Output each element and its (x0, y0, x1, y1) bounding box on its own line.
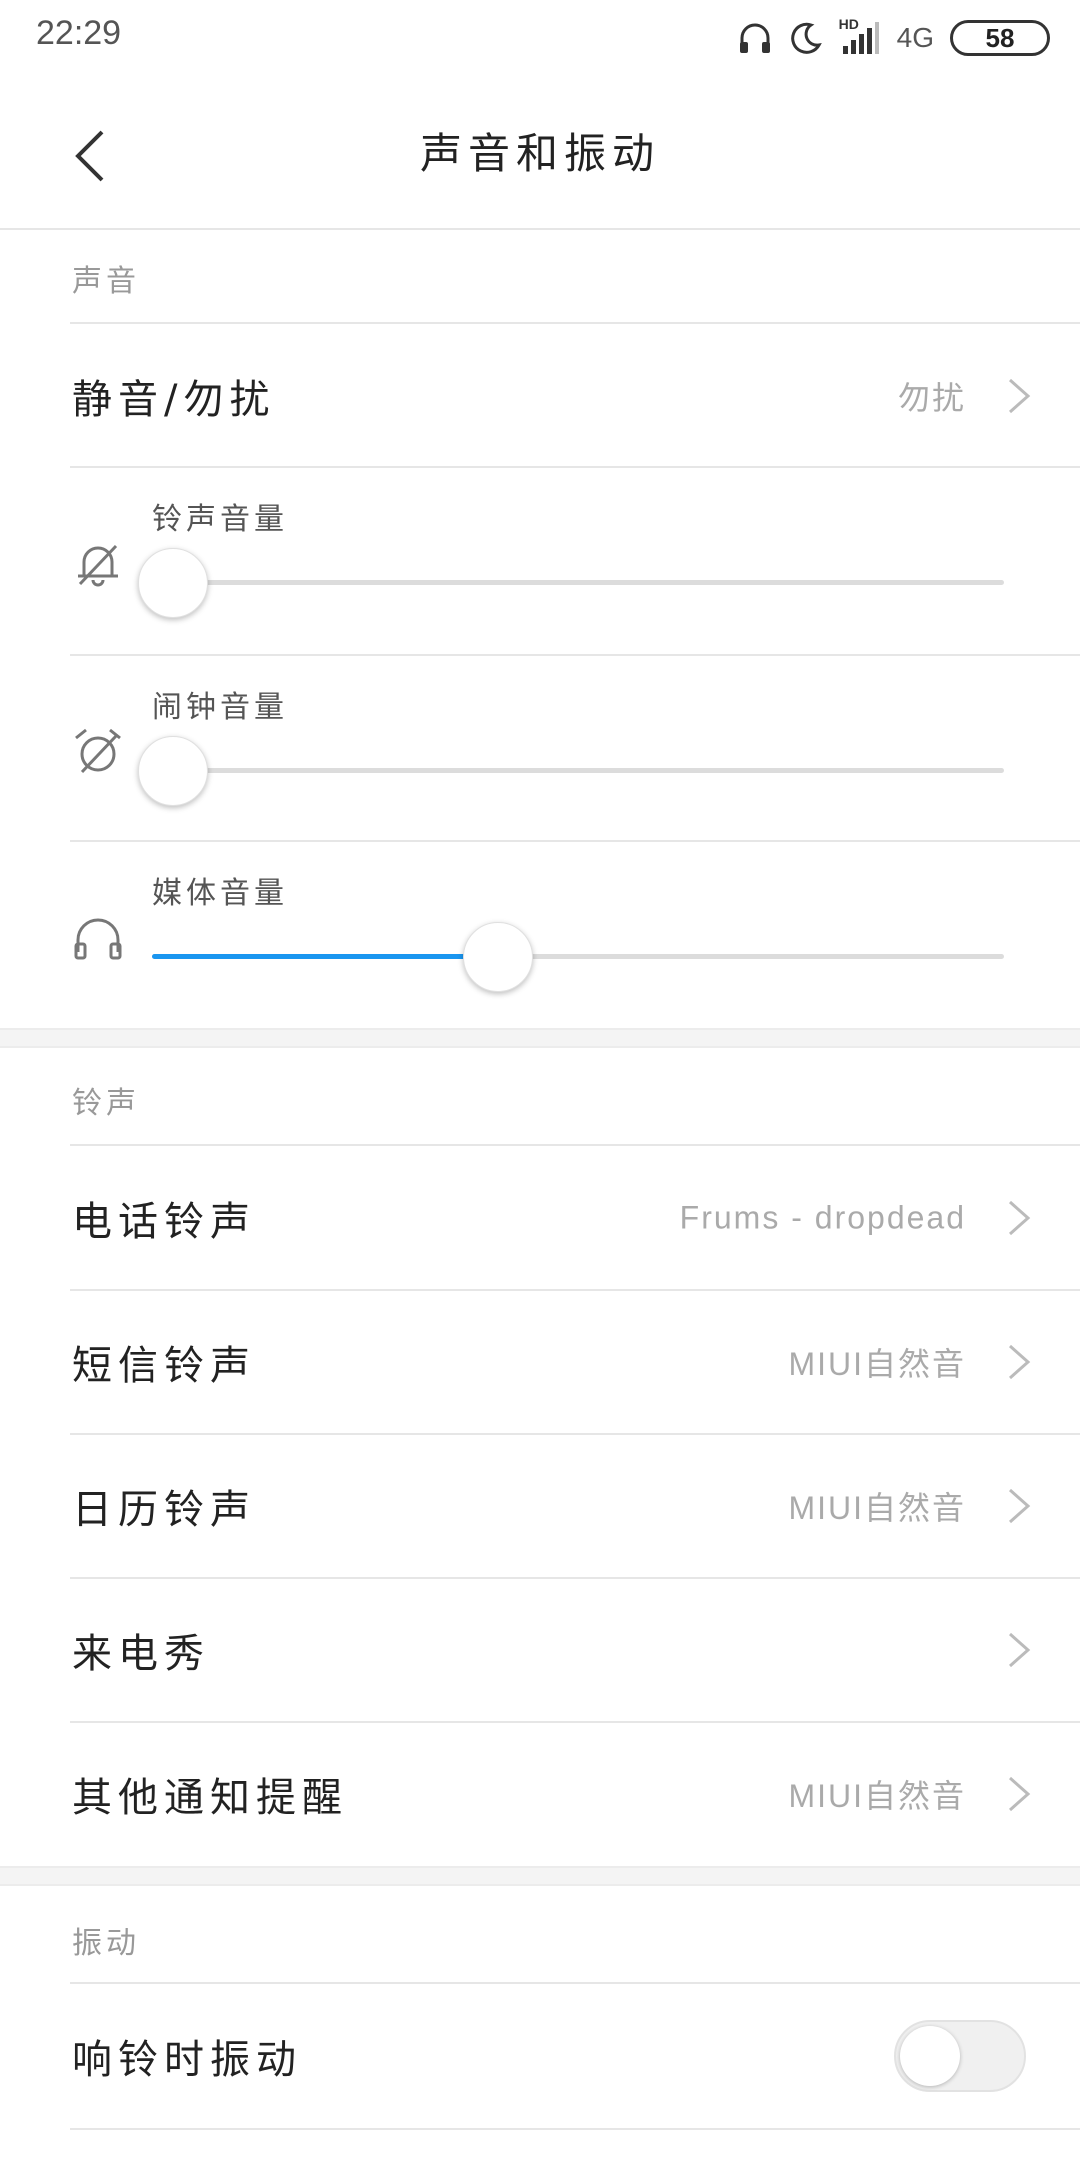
dnd-row[interactable]: 静音/勿扰 勿扰 (0, 324, 1080, 468)
header: 声音和振动 (0, 76, 1080, 230)
chevron-right-icon (1009, 1200, 1031, 1236)
chevron-right-icon (1009, 1776, 1031, 1812)
ringtone-row-label: 日历铃声 (72, 1487, 256, 1533)
chevron-right-icon (1009, 1632, 1031, 1668)
vibrate-on-ring-label: 响铃时振动 (72, 2037, 302, 2083)
status-icons: HD 4G 58 (737, 14, 1050, 62)
ring-volume-thumb[interactable] (138, 548, 208, 618)
vibrate-on-ring-toggle[interactable] (894, 2020, 1026, 2092)
battery-level: 58 (985, 22, 1015, 53)
alarm-volume-thumb[interactable] (138, 736, 208, 806)
network-type-label: 4G (896, 22, 934, 53)
ringtone-row-value: MIUI自然音 (788, 1346, 966, 1382)
chevron-right-icon (1009, 1344, 1031, 1380)
ringtone-row[interactable]: 日历铃声 MIUI自然音 (0, 1434, 1080, 1578)
page-title: 声音和振动 (419, 129, 660, 178)
alarm-volume-label: 闹钟音量 (152, 690, 288, 725)
ringtone-row-label: 电话铃声 (72, 1199, 256, 1245)
section-title-vibration: 振动 (72, 1926, 140, 1961)
media-volume-fill (152, 954, 497, 959)
ringtone-row-label: 短信铃声 (72, 1343, 256, 1389)
ringtone-row[interactable]: 其他通知提醒 MIUI自然音 (0, 1722, 1080, 1866)
dnd-value: 勿扰 (897, 380, 966, 416)
alarm-volume-slider[interactable] (138, 736, 1004, 806)
ringtone-row-value: Frums - dropdead (679, 1199, 966, 1236)
ringtone-row-label: 来电秀 (72, 1631, 210, 1677)
chevron-right-icon (1009, 1488, 1031, 1524)
divider (70, 2128, 1080, 2130)
alarm-off-icon (75, 728, 121, 774)
headphones-icon (74, 918, 122, 960)
headphones-status-icon (739, 23, 770, 53)
status-time: 22:29 (36, 14, 122, 52)
section-separator (0, 1866, 1080, 1886)
signal-icon: HD (839, 16, 881, 56)
dnd-label: 静音/勿扰 (72, 377, 276, 423)
ring-volume-row: 铃声音量 (0, 468, 1080, 654)
ringtone-row-label: 其他通知提醒 (72, 1775, 348, 1821)
status-bar: 22:29 HD 4G 58 (0, 0, 1080, 76)
ringtone-row[interactable]: 短信铃声 MIUI自然音 (0, 1290, 1080, 1434)
section-title-sound: 声音 (72, 264, 140, 299)
media-volume-label: 媒体音量 (152, 876, 288, 911)
media-volume-slider[interactable] (152, 922, 1004, 992)
chevron-right-icon (1009, 378, 1031, 414)
bell-muted-icon (78, 544, 118, 587)
vibrate-on-ring-row[interactable]: 响铃时振动 (0, 1984, 1080, 2128)
ring-volume-label: 铃声音量 (152, 502, 288, 537)
alarm-volume-row: 闹钟音量 (0, 656, 1080, 842)
ringtone-row-value: MIUI自然音 (788, 1778, 966, 1814)
ringtone-row[interactable]: 电话铃声 Frums - dropdead (0, 1146, 1080, 1290)
media-volume-row: 媒体音量 (0, 842, 1080, 1028)
section-title-ringtone: 铃声 (72, 1086, 140, 1121)
section-separator (0, 1028, 1080, 1048)
toggle-knob (900, 2026, 960, 2086)
media-volume-thumb[interactable] (463, 922, 533, 992)
moon-icon (790, 22, 822, 54)
ringtone-row[interactable]: 来电秀 (0, 1578, 1080, 1722)
ringtone-row-value: MIUI自然音 (788, 1490, 966, 1526)
ring-volume-slider[interactable] (138, 548, 1004, 618)
battery-icon: 58 (950, 20, 1050, 56)
